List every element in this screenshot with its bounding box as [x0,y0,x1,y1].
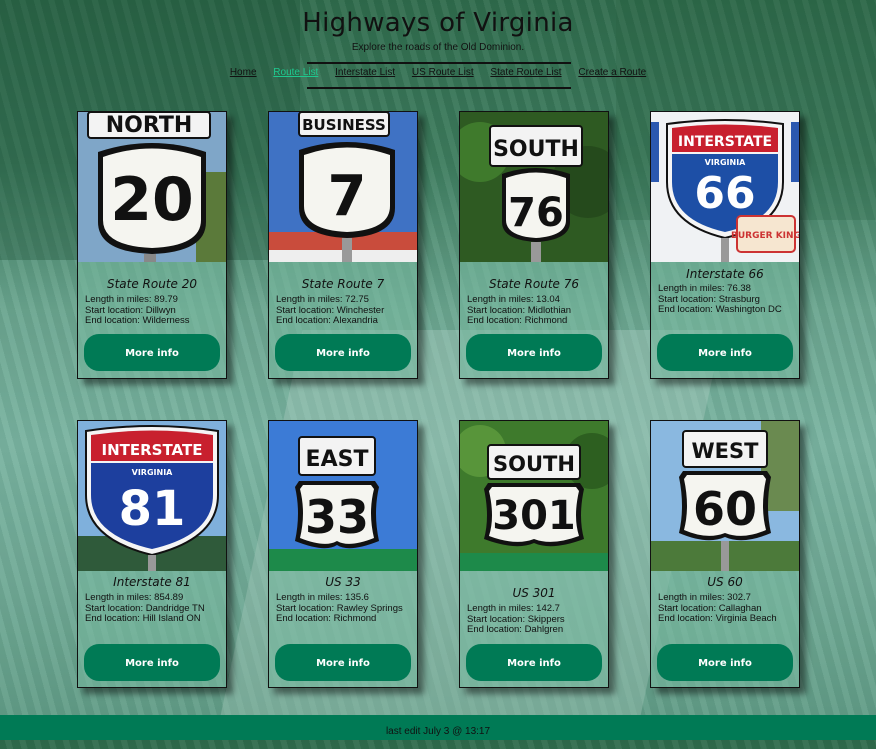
sign-plate-text: SOUTH [493,137,579,162]
sign-plate-text: NORTH [106,113,193,138]
nav-links: Home Route List Interstate List US Route… [0,67,876,78]
sign-extra-text: BURGER KING [731,231,799,241]
card-end: End location: Richmond [276,613,377,624]
route-sign-image: SOUTH 301 [460,421,608,571]
route-sign-image: NORTH 20 [78,112,226,262]
sign-number: 81 [119,481,186,537]
card-length: Length in miles: 135.6 [276,592,369,603]
sign-number: 301 [492,493,576,539]
card-title: Interstate 81 [113,575,191,589]
sign-number: 66 [694,168,755,219]
card-length: Length in miles: 142.7 [467,603,560,614]
sign-banner-text: INTERSTATE [678,134,772,150]
page-header: Highways of Virginia Explore the roads o… [0,0,876,53]
more-info-button[interactable]: More info [466,644,602,681]
card-length: Length in miles: 89.79 [85,294,178,305]
route-card: INTERSTATE VIRGINIA 66 BURGER KING Inter… [650,111,800,379]
card-end: End location: Alexandria [276,315,378,326]
card-length: Length in miles: 13.04 [467,294,560,305]
card-end: End location: Hill Island ON [85,613,201,624]
card-info: Length in miles: 854.89 Start location: … [85,592,221,625]
card-title: State Route 7 [301,277,385,291]
nav-interstate-list[interactable]: Interstate List [335,67,395,78]
card-info: Length in miles: 72.75 Start location: W… [276,294,412,327]
sign-plate-text: EAST [306,447,369,472]
card-end: End location: Richmond [467,315,568,326]
page-footer: last edit July 3 @ 13:17 [0,715,876,740]
card-title: State Route 76 [488,277,580,291]
route-card: NORTH 20 State Route 20 Length in miles:… [77,111,227,379]
sign-state-text: VIRGINIA [705,158,747,167]
nav-state-route-list[interactable]: State Route List [490,67,561,78]
card-end: End location: Wilderness [85,315,190,326]
card-length: Length in miles: 72.75 [276,294,369,305]
sign-number: 33 [305,490,369,544]
route-sign-image: BUSINESS 7 [269,112,417,262]
more-info-button[interactable]: More info [275,644,411,681]
more-info-button[interactable]: More info [657,644,793,681]
sign-plate-text: WEST [692,439,760,463]
page-title: Highways of Virginia [302,8,574,38]
card-title: US 33 [325,575,361,589]
route-sign-image: SOUTH 76 [460,112,608,262]
route-sign-image: WEST 60 [651,421,799,571]
card-info: Length in miles: 89.79 Start location: D… [85,294,221,327]
card-length: Length in miles: 76.38 [658,283,751,294]
sign-plate-text: SOUTH [493,452,575,476]
route-card: WEST 60 US 60 Length in miles: 302.7 Sta… [650,420,800,688]
card-end: End location: Virginia Beach [658,613,777,624]
more-info-button[interactable]: More info [657,334,793,371]
route-sign-image: INTERSTATE VIRGINIA 66 BURGER KING [651,112,799,262]
route-sign-image: INTERSTATE VIRGINIA 81 [78,421,226,571]
page-subtitle: Explore the roads of the Old Dominion. [351,42,525,53]
sign-number: 7 [328,164,367,229]
route-card: SOUTH 76 State Route 76 Length in miles:… [459,111,609,379]
route-card: INTERSTATE VIRGINIA 81 Interstate 81 Len… [77,420,227,688]
route-card: BUSINESS 7 State Route 7 Length in miles… [268,111,418,379]
card-end: End location: Washington DC [658,304,782,315]
nav-route-list[interactable]: Route List [273,67,318,78]
nav-home[interactable]: Home [230,67,257,78]
card-title: State Route 20 [106,277,198,291]
sign-number: 76 [508,190,564,236]
card-info: Length in miles: 142.7 Start location: S… [467,603,603,636]
nav-divider-bottom [307,87,571,89]
main-nav: Home Route List Interstate List US Route… [0,62,876,89]
route-card: SOUTH 301 US 301 Length in miles: 142.7 … [459,420,609,688]
sign-number: 60 [693,482,757,536]
sign-banner-text: INTERSTATE [102,441,203,459]
card-info: Length in miles: 13.04 Start location: M… [467,294,603,327]
more-info-button[interactable]: More info [466,334,602,371]
card-title: US 301 [512,586,556,600]
sign-number: 20 [110,165,194,235]
card-info: Length in miles: 135.6 Start location: R… [276,592,412,625]
card-length: Length in miles: 854.89 [85,592,184,603]
sign-state-text: VIRGINIA [132,468,174,477]
more-info-button[interactable]: More info [84,644,220,681]
card-title: Interstate 66 [686,267,764,281]
route-sign-image: EAST 33 [269,421,417,571]
nav-divider-top [307,62,571,64]
card-info: Length in miles: 76.38 Start location: S… [658,283,794,316]
more-info-button[interactable]: More info [275,334,411,371]
card-length: Length in miles: 302.7 [658,592,751,603]
more-info-button[interactable]: More info [84,334,220,371]
nav-create-route[interactable]: Create a Route [578,67,646,78]
card-info: Length in miles: 302.7 Start location: C… [658,592,794,625]
nav-us-route-list[interactable]: US Route List [412,67,474,78]
last-edit-text: last edit July 3 @ 13:17 [385,726,491,737]
route-card: EAST 33 US 33 Length in miles: 135.6 Sta… [268,420,418,688]
card-title: US 60 [707,575,743,589]
card-end: End location: Dahlgren [467,624,564,635]
sign-plate-text: BUSINESS [302,116,386,134]
